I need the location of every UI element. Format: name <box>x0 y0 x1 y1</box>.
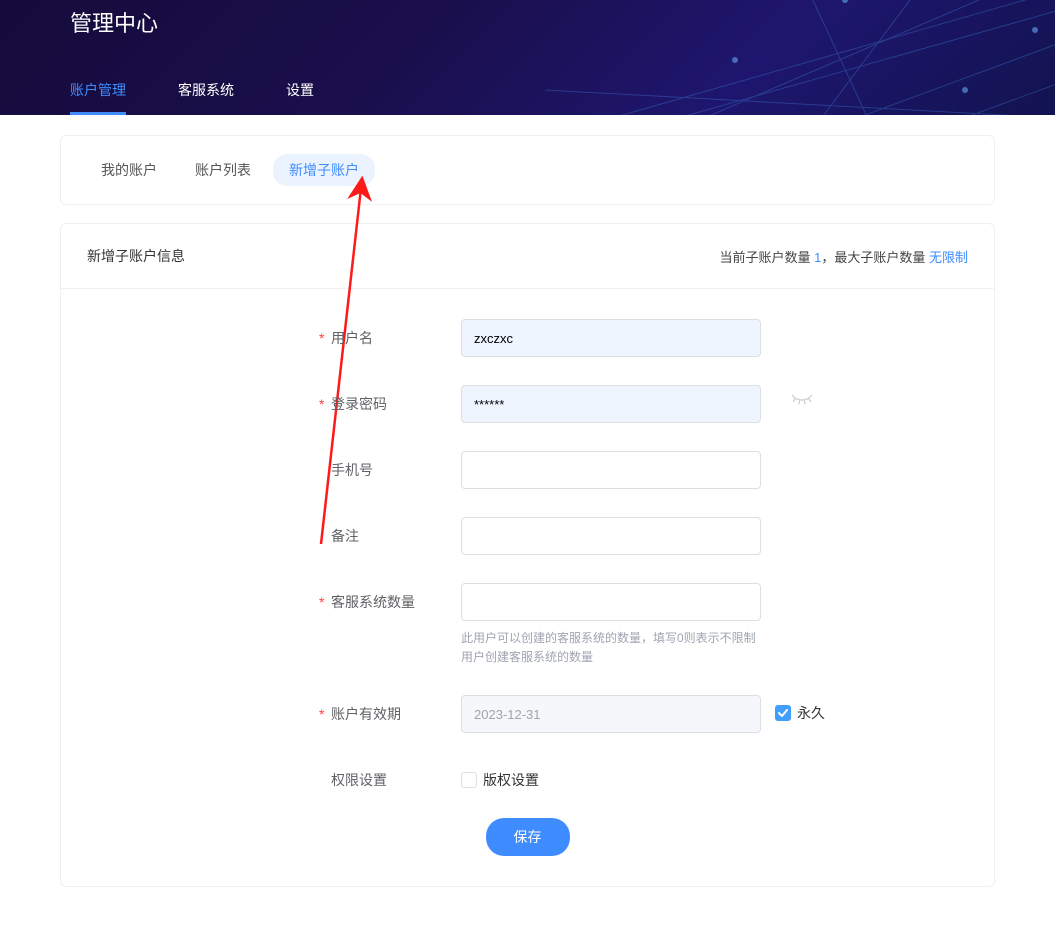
forever-label: 永久 <box>797 703 825 723</box>
toggle-password-visibility-icon[interactable] <box>791 385 815 410</box>
kf-count-help-1: 此用户可以创建的客服系统的数量，填写0则表示不限制 <box>461 629 761 648</box>
stats-mid: ，最大子账户数量 <box>821 250 929 265</box>
page-title: 管理中心 <box>70 6 158 38</box>
username-input[interactable] <box>461 319 761 357</box>
subtab-account-list[interactable]: 账户列表 <box>179 154 267 186</box>
kf-count-help-2: 用户创建客服系统的数量 <box>461 648 761 667</box>
label-password: 登录密码 <box>331 385 461 414</box>
subtab-my-account[interactable]: 我的账户 <box>85 154 173 186</box>
form-card: 新增子账户信息 当前子账户数量 1，最大子账户数量 无限制 用户名 登录密码 <box>60 223 995 887</box>
copyright-label: 版权设置 <box>483 770 539 790</box>
stats-max: 无限制 <box>929 250 968 265</box>
label-remark: 备注 <box>331 517 461 546</box>
form-card-title: 新增子账户信息 <box>87 246 185 266</box>
primary-nav: 账户管理 客服系统 设置 <box>70 70 366 115</box>
banner-decoration <box>535 0 1055 115</box>
label-username: 用户名 <box>331 319 461 348</box>
header-banner: 管理中心 账户管理 客服系统 设置 <box>0 0 1055 115</box>
save-button[interactable]: 保存 <box>486 818 570 856</box>
stats-prefix: 当前子账户数量 <box>720 250 815 265</box>
subaccount-stats: 当前子账户数量 1，最大子账户数量 无限制 <box>720 247 969 266</box>
label-phone: 手机号 <box>331 451 461 480</box>
label-permissions: 权限设置 <box>331 761 461 790</box>
subtab-card: 我的账户 账户列表 新增子账户 <box>60 135 995 205</box>
forever-checkbox[interactable] <box>775 705 791 721</box>
kf-count-input[interactable] <box>461 583 761 621</box>
nav-tab-customer-service[interactable]: 客服系统 <box>178 70 234 115</box>
nav-tab-settings[interactable]: 设置 <box>286 70 314 115</box>
expire-date-input[interactable] <box>461 695 761 733</box>
nav-tab-account-management[interactable]: 账户管理 <box>70 70 126 115</box>
subtab-add-subaccount[interactable]: 新增子账户 <box>273 154 375 186</box>
password-input[interactable] <box>461 385 761 423</box>
phone-input[interactable] <box>461 451 761 489</box>
remark-input[interactable] <box>461 517 761 555</box>
label-kf-count: 客服系统数量 <box>331 583 461 612</box>
copyright-checkbox[interactable] <box>461 772 477 788</box>
label-expire: 账户有效期 <box>331 695 461 724</box>
